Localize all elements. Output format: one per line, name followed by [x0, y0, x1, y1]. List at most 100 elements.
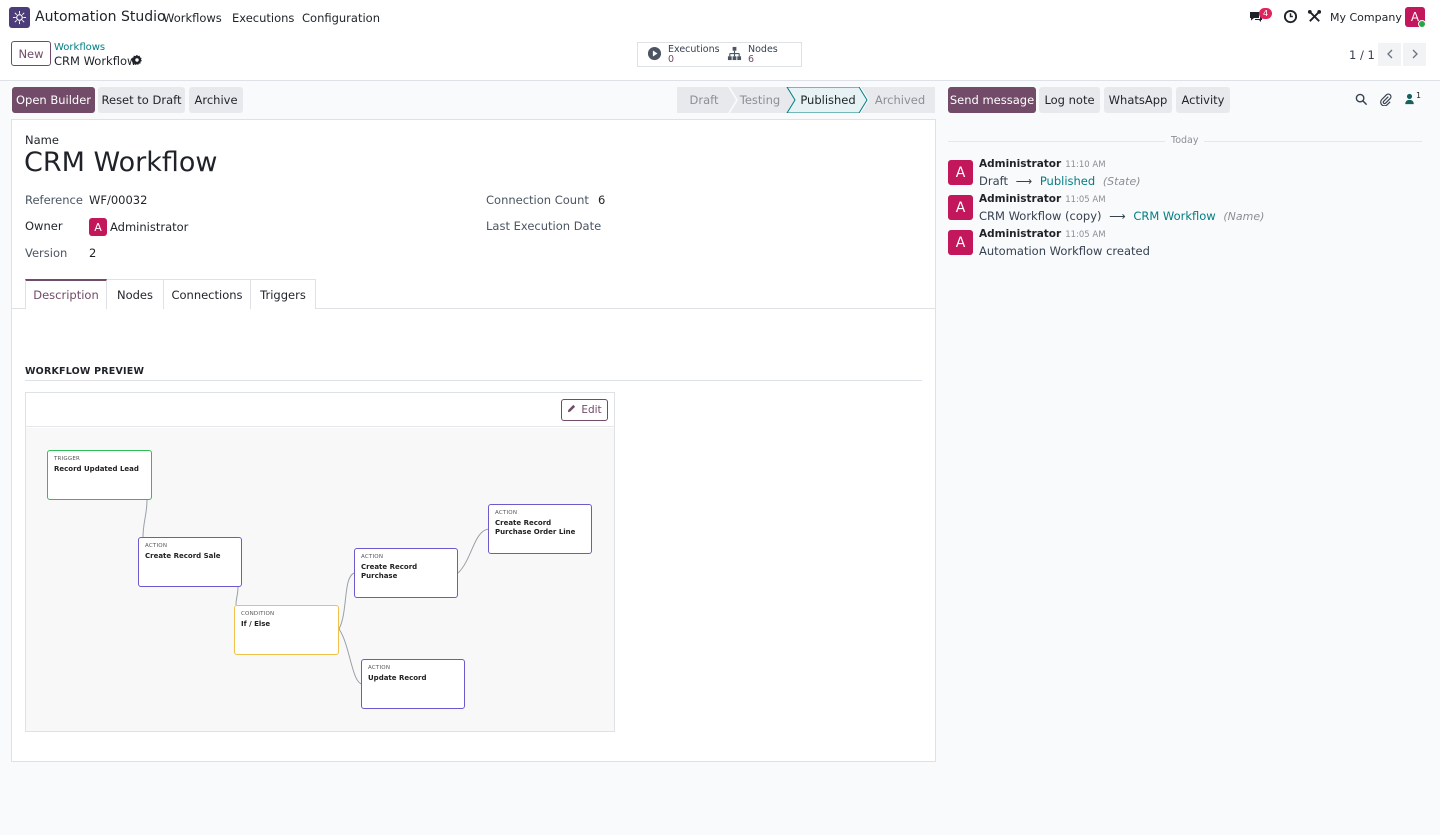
date-separator: Today — [1165, 135, 1205, 146]
activity-button[interactable]: Activity — [1176, 87, 1230, 113]
node-kind: TRIGGER — [54, 456, 81, 462]
stage-testing[interactable]: Testing — [739, 87, 781, 113]
tab-nodes[interactable]: Nodes — [106, 279, 164, 309]
log-note-button[interactable]: Log note — [1039, 87, 1100, 113]
menu-configuration[interactable]: Configuration — [302, 11, 380, 25]
message-author-avatar[interactable]: A — [948, 230, 973, 255]
pencil-icon — [567, 404, 576, 416]
message-time: 11:05 AM — [1065, 230, 1106, 240]
stage-archived[interactable]: Archived — [872, 87, 928, 113]
author-name[interactable]: Administrator — [979, 193, 1061, 205]
message-author: Administrator 11:10 AM — [979, 158, 1106, 170]
new-value: Published — [1039, 174, 1096, 188]
menu-workflows[interactable]: Workflows — [163, 11, 222, 25]
executions-value: 0 — [668, 53, 675, 65]
edit-workflow-button[interactable]: Edit — [561, 399, 608, 421]
pager-next-button[interactable] — [1403, 43, 1426, 66]
search-icon[interactable] — [1355, 93, 1368, 109]
followers-icon[interactable] — [1404, 93, 1415, 108]
arrow-right-icon: ⟶ — [1015, 174, 1033, 188]
message-text: Automation Workflow created — [979, 244, 1150, 258]
nodes-value: 6 — [748, 53, 755, 65]
version-value: 2 — [89, 246, 97, 260]
edit-label: Edit — [581, 404, 602, 416]
tab-description[interactable]: Description — [25, 279, 107, 309]
old-value: Draft — [979, 174, 1008, 188]
breadcrumb-workflows[interactable]: Workflows — [54, 42, 105, 53]
executions-label: Executions — [668, 43, 720, 55]
node-kind: ACTION — [368, 665, 391, 671]
pager-value[interactable]: 1 / 1 — [1349, 48, 1375, 62]
author-name[interactable]: Administrator — [979, 158, 1061, 170]
node-kind: ACTION — [495, 510, 518, 516]
app-name[interactable]: Automation Studio — [35, 9, 166, 25]
old-value: CRM Workflow (copy) — [979, 209, 1102, 223]
company-switcher[interactable]: My Company — [1330, 11, 1402, 24]
workflow-node-action[interactable]: ACTION Create Record Purchase Order Line — [488, 504, 592, 554]
messages-badge: 4 — [1259, 8, 1272, 19]
executions-smart-button[interactable]: Executions 0 — [637, 42, 721, 67]
message-author-avatar[interactable]: A — [948, 160, 973, 185]
play-icon — [647, 46, 662, 64]
tracked-field: (State) — [1102, 175, 1141, 188]
archive-button[interactable]: Archive — [189, 87, 243, 113]
whatsapp-button[interactable]: WhatsApp — [1104, 87, 1172, 113]
version-label: Version — [25, 246, 68, 260]
workflow-name-field[interactable]: CRM Workflow — [24, 147, 217, 178]
node-kind: ACTION — [145, 543, 168, 549]
tools-icon[interactable] — [1307, 9, 1322, 27]
online-status-dot — [1418, 20, 1426, 28]
open-builder-button[interactable]: Open Builder — [12, 87, 95, 113]
clock-icon[interactable] — [1283, 9, 1298, 27]
node-name: Update Record — [368, 674, 427, 682]
nodes-smart-button[interactable]: Nodes 6 — [720, 42, 802, 67]
node-name: If / Else — [241, 620, 271, 628]
workflow-node-condition[interactable]: CONDITION If / Else — [234, 605, 339, 655]
paperclip-icon[interactable] — [1379, 93, 1392, 109]
chevron-right-icon — [1410, 48, 1420, 62]
message-time: 11:05 AM — [1065, 195, 1106, 205]
send-message-button[interactable]: Send message — [948, 87, 1036, 113]
connection-count-value: 6 — [598, 193, 606, 207]
followers-count: 1 — [1416, 91, 1422, 100]
node-name: Create Record Purchase Order Line — [495, 519, 576, 536]
chevron-left-icon — [1385, 48, 1395, 62]
node-kind: CONDITION — [241, 611, 275, 617]
message-author-avatar[interactable]: A — [948, 195, 973, 220]
control-panel: New Workflows CRM Workflow Executions 0 … — [0, 35, 1440, 81]
stage-draft[interactable]: Draft — [683, 87, 725, 113]
tracking-value: Draft ⟶ Published (State) — [979, 174, 1141, 188]
author-name[interactable]: Administrator — [979, 228, 1061, 240]
reference-value: WF/00032 — [89, 193, 148, 207]
tracked-field: (Name) — [1223, 210, 1265, 223]
nodes-label: Nodes — [748, 43, 778, 55]
new-button[interactable]: New — [11, 41, 51, 66]
workflow-node-trigger[interactable]: TRIGGER Record Updated Lead — [47, 450, 152, 500]
node-name: Create Record Sale — [145, 552, 221, 560]
reference-label: Reference — [25, 193, 83, 207]
owner-avatar: A — [89, 218, 107, 236]
message-author: Administrator 11:05 AM — [979, 228, 1106, 240]
name-label: Name — [25, 133, 59, 147]
gear-icon[interactable] — [131, 54, 143, 69]
tracking-value: CRM Workflow (copy) ⟶ CRM Workflow (Name… — [979, 209, 1264, 223]
last-execution-label: Last Execution Date — [486, 219, 602, 233]
workflow-preview-title: WORKFLOW PREVIEW — [25, 366, 145, 377]
tab-triggers[interactable]: Triggers — [250, 279, 316, 309]
menu-executions[interactable]: Executions — [232, 11, 294, 25]
arrow-right-icon: ⟶ — [1109, 209, 1126, 223]
breadcrumb-current: CRM Workflow — [54, 54, 137, 68]
pager-previous-button[interactable] — [1378, 43, 1401, 66]
owner-field[interactable]: Administrator — [110, 220, 188, 234]
connection-count-label: Connection Count — [486, 193, 589, 207]
stage-published[interactable]: Published — [800, 87, 856, 113]
workflow-node-action[interactable]: ACTION Create Record Purchase — [354, 548, 458, 598]
new-value: CRM Workflow — [1133, 209, 1216, 223]
node-name: Create Record Purchase — [361, 563, 418, 580]
workflow-node-action[interactable]: ACTION Create Record Sale — [138, 537, 242, 587]
app-logo-icon[interactable] — [9, 7, 30, 28]
tab-connections[interactable]: Connections — [163, 279, 251, 309]
reset-to-draft-button[interactable]: Reset to Draft — [98, 87, 185, 113]
workflow-node-action[interactable]: ACTION Update Record — [361, 659, 465, 709]
owner-label: Owner — [25, 219, 63, 233]
